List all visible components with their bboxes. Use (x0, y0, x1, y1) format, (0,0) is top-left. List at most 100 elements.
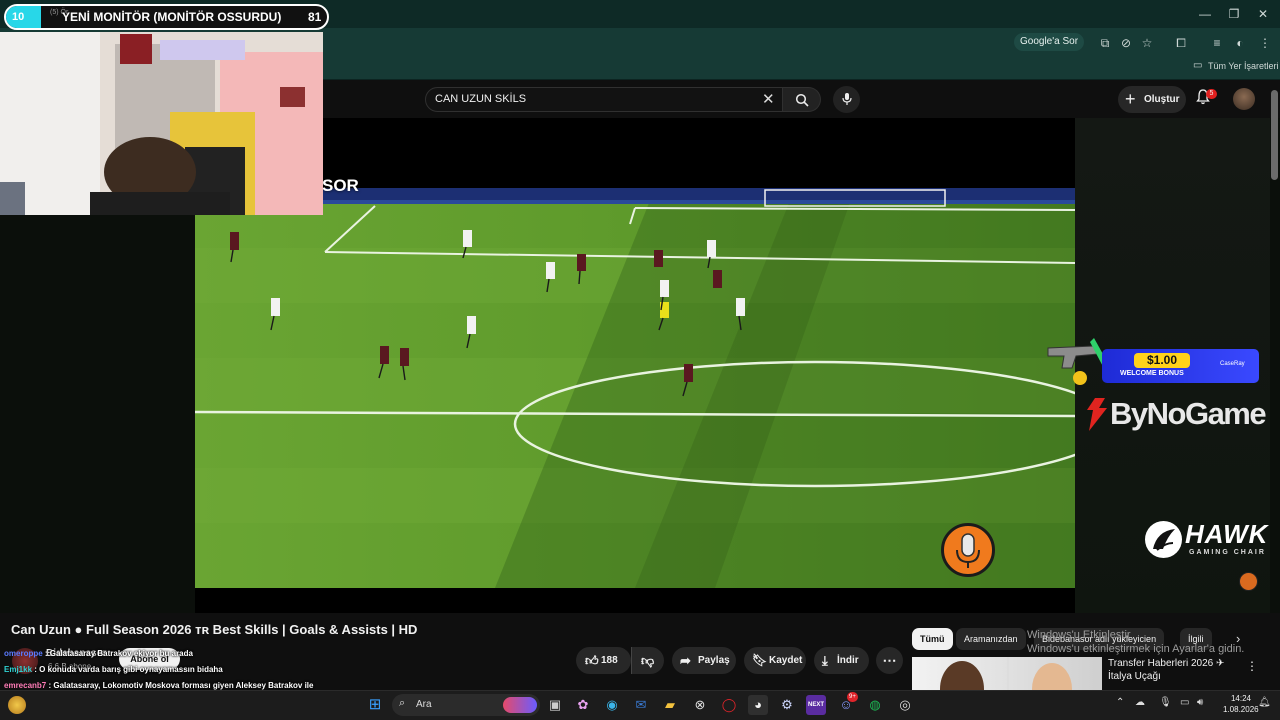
task-view-icon[interactable]: ▣ (545, 695, 565, 715)
hide-icon[interactable]: ⊘ (1118, 35, 1134, 51)
opera-icon[interactable]: ◯ (719, 695, 739, 715)
search-button[interactable] (783, 87, 821, 112)
notification-center-icon[interactable]: 🔔︎ (1258, 697, 1271, 708)
video-letterbox-bottom (195, 588, 1075, 613)
ad-brand-text: CaseRay (1220, 361, 1245, 367)
outlook-icon[interactable]: ✉ (631, 695, 651, 715)
bookmark-icon: 🔖︎ (752, 653, 768, 667)
recommended-video-thumbnail[interactable] (912, 657, 1102, 690)
download-icon: ⤓ (822, 653, 828, 668)
browser-menu-icon[interactable]: ⋮ (1257, 35, 1273, 51)
share-label: Paylaş (698, 655, 730, 666)
more-actions-button[interactable]: ⋯ (876, 647, 903, 674)
thumbs-down-icon: 👎︎ (641, 653, 655, 668)
steam-icon[interactable]: ⚙ (777, 695, 797, 715)
ad-amount: $1.00 (1134, 353, 1190, 368)
edge-icon[interactable]: ◉ (602, 695, 622, 715)
chat-user: Emj1kk (4, 665, 33, 674)
clock-time: 14:24 (1230, 694, 1251, 703)
bookmark-star-icon[interactable]: ☆ (1139, 35, 1155, 51)
save-label: Kaydet (769, 655, 803, 666)
search-icon: ⌕ (399, 697, 406, 709)
microphone-tray-icon[interactable]: 🎙︎ (1159, 697, 1172, 708)
activation-line-2: Windows'u etkinleştirmek için Ayarlar'a … (1027, 643, 1245, 655)
chat-message: omeroppe : Galatasaray Batrakov ekiyor b… (4, 649, 193, 658)
like-button[interactable]: 👍︎ 188 (576, 647, 631, 674)
chat-user: emrecanb7 (4, 681, 47, 690)
page-scrollbar[interactable] (1271, 90, 1278, 180)
close-window-button[interactable]: ✕ (1254, 6, 1272, 22)
bynogame-logo-icon (1087, 398, 1107, 431)
network-icon[interactable]: ▭ (1180, 697, 1189, 708)
clear-search-icon[interactable]: ✕ (762, 90, 775, 108)
football-pitch-frame (195, 188, 1075, 588)
recommended-video-title[interactable]: Transfer Haberleri 2026 ✈ İtalya Uçağı (1108, 657, 1228, 683)
all-bookmarks-link[interactable]: Tüm Yer İşaretleri (1208, 61, 1279, 71)
weather-icon[interactable] (8, 696, 26, 714)
hawk-logo-subtitle: GAMING CHAIR (1189, 549, 1266, 556)
dislike-button[interactable]: 👎︎ (631, 647, 664, 674)
reading-list-icon[interactable]: ≡ (1209, 35, 1225, 51)
folder-icon: ▭ (1193, 60, 1203, 71)
onedrive-icon[interactable]: ☁ (1135, 697, 1145, 708)
extensions-icon[interactable]: ⧠ (1173, 35, 1189, 51)
video-player[interactable] (195, 188, 1075, 588)
podcast-small-logo-icon (1239, 572, 1258, 591)
install-app-icon[interactable]: ⧉ (1097, 35, 1113, 51)
hawk-logo-text: HAWK (1185, 519, 1269, 549)
voice-search-button[interactable] (833, 86, 860, 113)
notifications-badge: 5 (1206, 89, 1217, 99)
search-input[interactable]: CAN UZUN SKİLS (425, 87, 783, 112)
discord-badge: 9+ (847, 692, 858, 702)
chat-text: Galatasaray Batrakov ekiyor bu arada (49, 649, 193, 658)
search-icon (795, 93, 809, 107)
download-label: İndir (837, 655, 859, 666)
share-arrow-icon: ➦ (680, 653, 691, 668)
poll-left-count: 10 (12, 11, 25, 23)
search-highlight-image (503, 697, 537, 713)
thumbs-up-icon: 👍︎ (585, 653, 599, 668)
chat-text: O konuda varda barış gibi oynayamassın b… (39, 665, 223, 674)
account-avatar[interactable] (1233, 88, 1255, 110)
create-label: Oluştur (1144, 94, 1180, 105)
chip-from-search[interactable]: Aramanızdan (956, 628, 1026, 650)
chrome-icon[interactable]: ◕ (748, 695, 768, 715)
windows-start-icon[interactable]: ⊞ (365, 695, 385, 715)
maximize-button[interactable]: ❐ (1225, 6, 1243, 22)
profile-icon[interactable]: ◐ (1232, 35, 1248, 51)
poll-right-count: 81 (308, 10, 322, 24)
podcast-microphone-logo-icon (941, 523, 995, 577)
kick-next-icon[interactable]: NEXT (806, 695, 826, 715)
clock-date: 1.08.2026 (1223, 705, 1259, 714)
share-button[interactable]: ➦ Paylaş (672, 647, 736, 674)
chat-user: omeroppe (4, 649, 43, 658)
ad-bonus-text: WELCOME BONUS (1120, 370, 1184, 377)
volume-icon[interactable]: 🔊︎ (1197, 697, 1203, 708)
microphone-icon (841, 93, 852, 105)
poll-bar: 10 (5) Ör YENİ MONİTÖR (MONİTÖR OSSURDU)… (4, 4, 329, 30)
google-sor-button[interactable]: Google'a Sor (1014, 33, 1085, 51)
xbox-icon[interactable]: ⊗ (690, 695, 710, 715)
save-button[interactable]: 🔖︎ Kaydet (744, 647, 806, 674)
plus-icon: + (1125, 89, 1136, 109)
more-horizontal-icon: ⋯ (882, 652, 897, 668)
taskbar-search-placeholder: Ara (416, 699, 432, 710)
copilot-icon[interactable]: ✿ (573, 695, 593, 715)
video-title: Can Uzun ● Full Season 2026 ᴛʀ Best Skil… (11, 622, 418, 637)
file-explorer-icon[interactable]: ▰ (660, 695, 680, 715)
hawk-logo-icon (1145, 521, 1182, 558)
windows-activation-watermark: Windows'u Etkinleştir Windows'u etkinleş… (1027, 628, 1244, 656)
chip-all[interactable]: Tümü (912, 628, 953, 650)
tray-chevron-up-icon[interactable]: ⌃ (1116, 697, 1124, 708)
like-count: 188 (601, 655, 618, 666)
download-button[interactable]: ⤓ İndir (814, 647, 869, 674)
taskbar-clock[interactable]: 14:24 1.08.2026 (1223, 693, 1259, 715)
spotify-icon[interactable]: ◍ (865, 695, 885, 715)
more-vertical-icon[interactable]: ⋮ (1246, 659, 1258, 673)
activation-line-1: Windows'u Etkinleştir (1027, 629, 1131, 641)
app-icon[interactable]: ◎ (895, 695, 915, 715)
webcam-overlay (0, 32, 323, 215)
chat-message: Emj1kk : O konuda varda barış gibi oynay… (4, 665, 223, 674)
bynogame-logo: ByNoGame (1110, 396, 1267, 431)
minimize-button[interactable]: — (1196, 6, 1214, 22)
